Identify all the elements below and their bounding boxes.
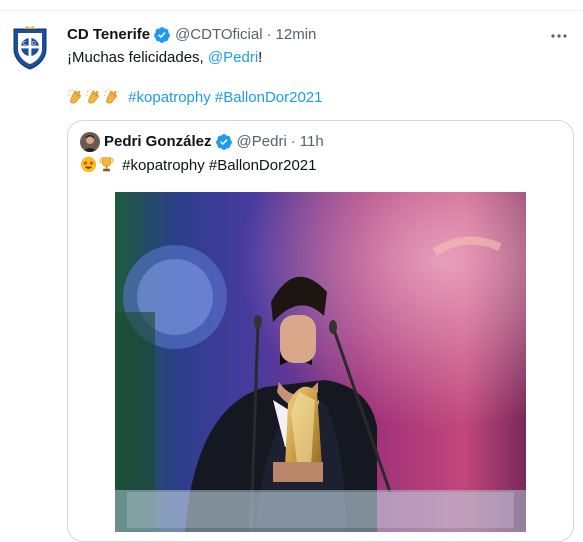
author-name[interactable]: CD Tenerife [67,25,150,45]
tweet-header: CD Tenerife @CDTOficial · 12min [67,25,316,45]
trophy-icon [99,157,114,172]
quoted-tweet-card[interactable]: Pedri González @Pedri · 11h #kopatrophy … [67,120,574,542]
mention-link[interactable]: @Pedri [208,49,258,66]
separator-dot: · [290,133,296,150]
quoted-tweet-time[interactable]: 11h [300,132,324,152]
more-options-icon[interactable] [549,26,569,46]
quoted-tweet-photo[interactable] [115,192,526,532]
pedri-avatar[interactable] [80,132,100,152]
quoted-hashtags: #kopatrophy #BallonDor2021 [122,157,317,174]
verified-badge-icon [215,134,232,150]
author-handle[interactable]: @CDTOficial [175,25,262,45]
text-prefix: ¡Muchas felicidades, [67,49,208,66]
hashtag-link[interactable]: #BallonDor2021 [215,89,323,106]
separator-dot: · [266,26,272,43]
star-struck-face-icon [81,157,96,172]
tweet-text-line-2: #kopatrophy #BallonDor2021 [67,88,322,108]
top-divider [0,10,583,11]
text-suffix: ! [258,49,263,66]
hashtag-link[interactable]: #kopatrophy [128,89,211,106]
quoted-author-handle[interactable]: @Pedri [237,132,287,152]
svg-text:C: C [23,41,27,47]
clapping-hands-icon [67,88,81,104]
cd-tenerife-avatar[interactable]: C D T [10,25,50,70]
clapping-hands-icon [103,88,117,104]
quoted-author-name[interactable]: Pedri González [104,132,212,152]
quoted-tweet-text: #kopatrophy #BallonDor2021 [80,156,316,176]
quoted-tweet-header: Pedri González @Pedri · 11h [80,132,324,152]
tweet-text-line-1: ¡Muchas felicidades, @Pedri! [67,48,262,68]
clapping-hands-icon [85,88,99,104]
svg-text:D: D [32,41,36,47]
tweet-time[interactable]: 12min [276,25,317,45]
verified-badge-icon [154,27,170,43]
